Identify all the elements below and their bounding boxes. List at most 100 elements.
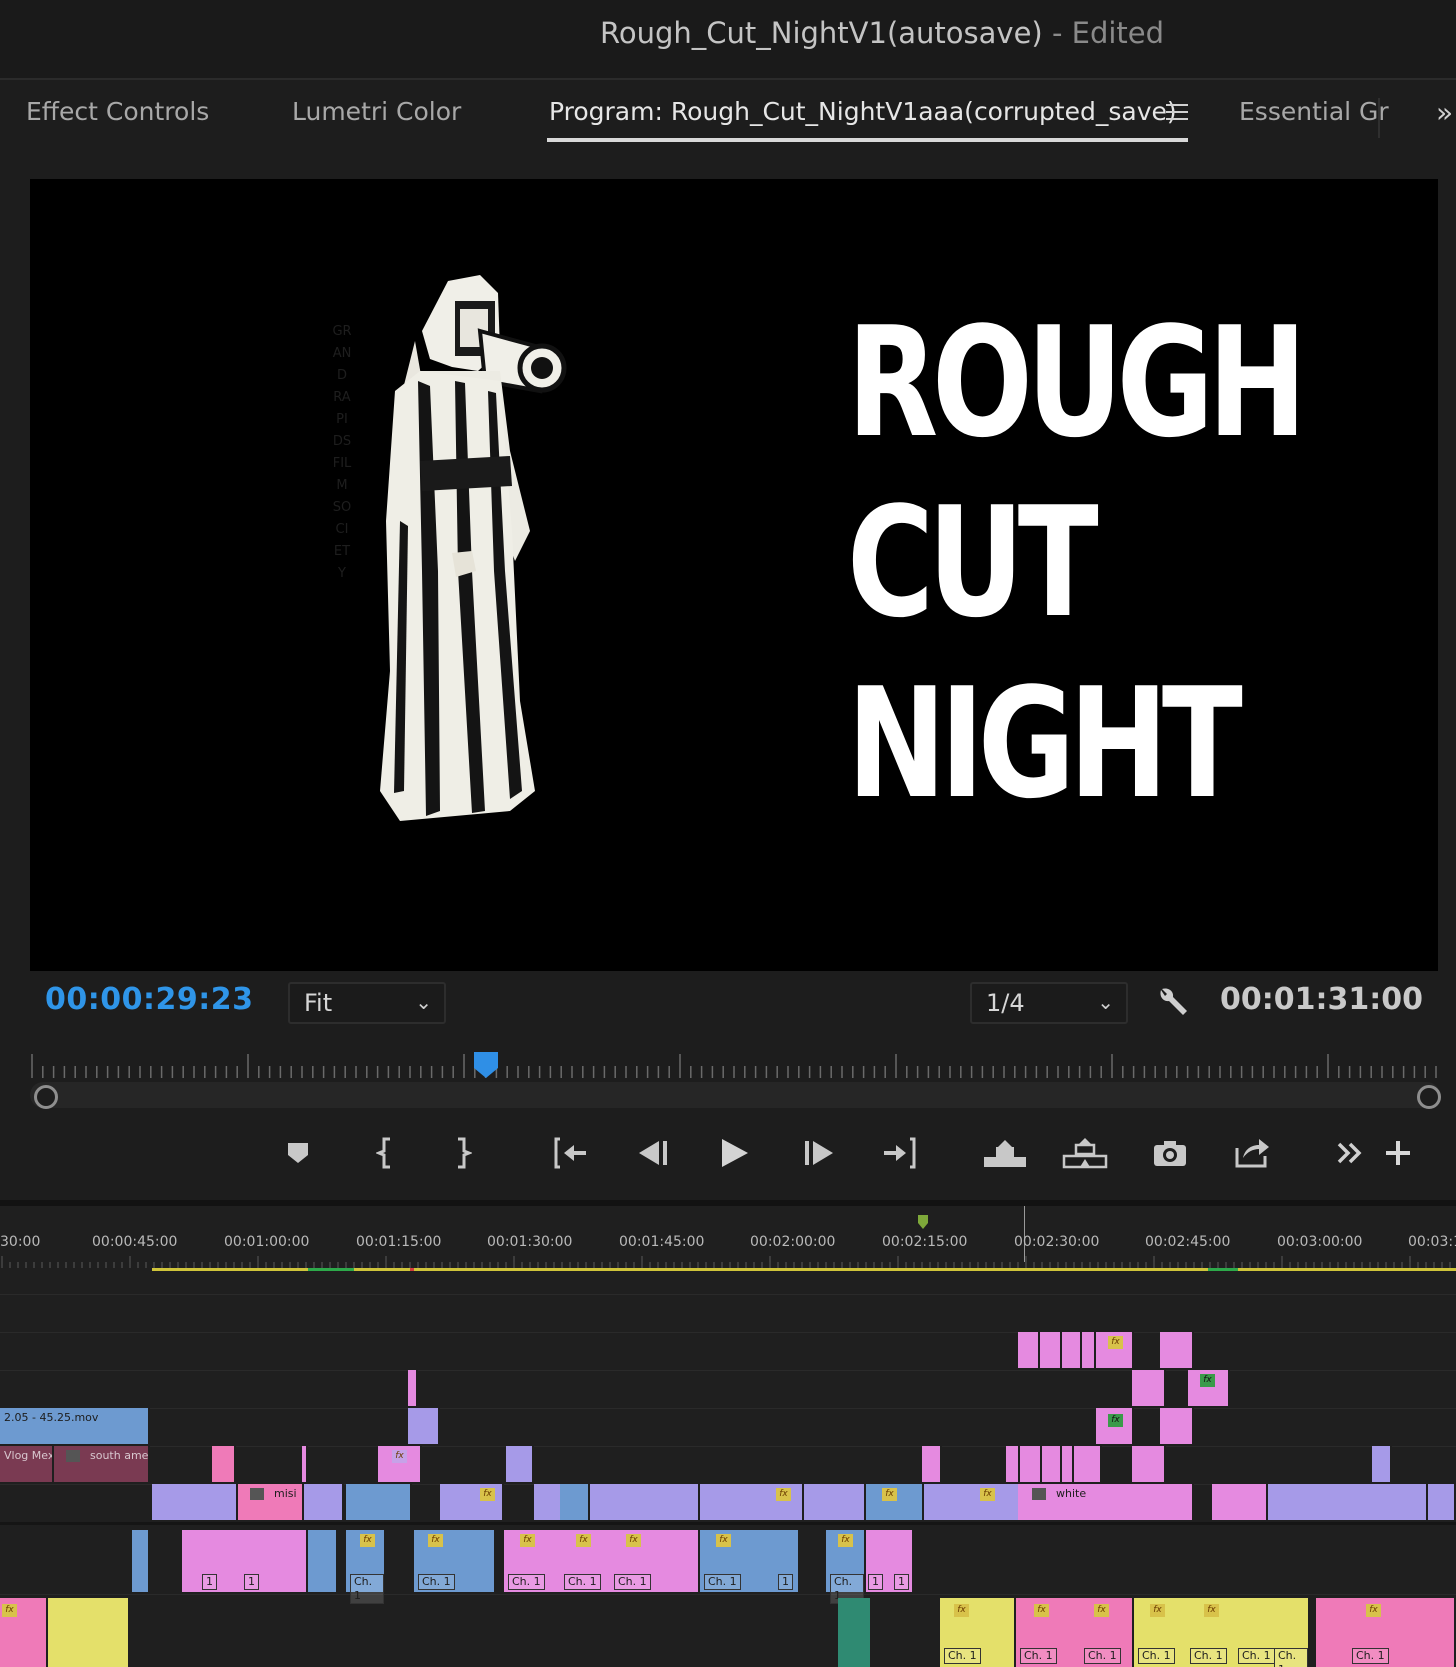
timeline-clip[interactable]: fx [866, 1484, 924, 1520]
timeline-clip[interactable] [1020, 1446, 1042, 1482]
audio-clip[interactable]: 11 [866, 1530, 914, 1592]
zoom-scroll-start-handle[interactable] [34, 1085, 58, 1109]
playback-resolution-dropdown[interactable]: 1/4 ⌄ [970, 982, 1128, 1024]
audio-clip[interactable]: 11 [182, 1530, 308, 1592]
timeline-clip[interactable]: fx [1096, 1332, 1134, 1368]
playhead-timecode[interactable]: 00:00:29:23 [45, 982, 253, 1017]
timeline-clip-misi[interactable]: misi [238, 1484, 304, 1520]
timeline-clip[interactable] [1062, 1446, 1074, 1482]
comparison-view-button[interactable] [1232, 1133, 1272, 1173]
timeline-clip[interactable] [1006, 1446, 1020, 1482]
audio-clip[interactable]: fx Ch. 1 [826, 1530, 866, 1604]
step-back-button[interactable] [632, 1133, 672, 1173]
timeline-clip[interactable] [1372, 1446, 1392, 1482]
export-frame-button[interactable] [1150, 1133, 1190, 1173]
ruler-label: 00:02:30:00 [1014, 1234, 1100, 1250]
audio-clip[interactable] [48, 1598, 130, 1667]
go-to-out-button[interactable] [880, 1133, 920, 1173]
mark-in-button[interactable] [366, 1133, 406, 1173]
timeline-clip-south[interactable]: south ame [54, 1446, 150, 1482]
audio-clip[interactable] [132, 1530, 150, 1592]
playhead-icon[interactable] [472, 1050, 500, 1080]
mark-out-icon [458, 1137, 472, 1169]
audio-clip[interactable]: fx Ch. 11 [700, 1530, 800, 1592]
timeline-clip[interactable] [152, 1484, 238, 1520]
timeline-clip-white[interactable]: white [1018, 1484, 1194, 1520]
audio-clip[interactable]: fx fx Ch. 1 Ch. 1 [1016, 1598, 1134, 1667]
timeline-clip[interactable] [1212, 1484, 1268, 1520]
tab-lumetri-color[interactable]: Lumetri Color [292, 97, 461, 126]
fx-badge: fx [1150, 1604, 1165, 1617]
extract-button[interactable] [1062, 1133, 1108, 1173]
tab-overflow-icon[interactable]: » [1436, 96, 1453, 129]
add-marker-button[interactable] [278, 1133, 318, 1173]
go-to-in-button[interactable] [550, 1133, 590, 1173]
timeline-clip[interactable] [1268, 1484, 1428, 1520]
timeline-clip[interactable] [1074, 1446, 1102, 1482]
play-button[interactable] [714, 1133, 754, 1173]
audio-clip[interactable]: fx Ch. 1 [414, 1530, 496, 1592]
timeline-clip[interactable]: fx [440, 1484, 504, 1520]
timeline-clip-mov[interactable]: 2.05 - 45.25.mov [0, 1408, 150, 1444]
ruler-label: 00:01:30:00 [487, 1234, 573, 1250]
hamburger-menu-icon[interactable] [1166, 104, 1188, 122]
tab-effect-controls[interactable]: Effect Controls [26, 97, 209, 126]
audio-clip[interactable]: fx [0, 1598, 48, 1667]
audio-clip[interactable]: fx fx fx Ch. 1 Ch. 1 Ch. 1 [504, 1530, 700, 1592]
timeline-clip[interactable] [304, 1484, 344, 1520]
zoom-scroll-end-handle[interactable] [1417, 1085, 1441, 1109]
timeline-panel[interactable]: 30:00 00:00:45:00 00:01:00:00 00:01:15:0… [0, 1206, 1456, 1667]
timeline-clip[interactable] [1040, 1332, 1062, 1368]
timeline-clip[interactable] [346, 1484, 412, 1520]
audio-clip[interactable]: fxfxCh. 1Ch. 1Ch. 1Ch. 1 [1134, 1598, 1310, 1667]
timeline-clip[interactable] [1082, 1332, 1096, 1368]
lift-button[interactable] [982, 1133, 1028, 1173]
timeline-time-ruler[interactable] [0, 1256, 1456, 1278]
step-forward-button[interactable] [800, 1133, 840, 1173]
audio-clip[interactable] [838, 1598, 872, 1667]
audio-clip[interactable] [308, 1530, 338, 1592]
timeline-clip[interactable] [560, 1484, 590, 1520]
timeline-clip[interactable] [1042, 1446, 1062, 1482]
timeline-clip[interactable] [1132, 1446, 1166, 1482]
lift-icon [984, 1140, 1026, 1167]
zoom-scroll-bar[interactable] [30, 1082, 1440, 1108]
timeline-clip[interactable] [922, 1446, 942, 1482]
timeline-clip[interactable]: fx [700, 1484, 804, 1520]
wrench-icon[interactable] [1155, 984, 1191, 1020]
timeline-playhead-marker-icon[interactable] [916, 1213, 930, 1231]
track-divider [0, 1370, 1456, 1371]
timeline-clip[interactable]: fx [1096, 1408, 1134, 1444]
zoom-level-dropdown[interactable]: Fit ⌄ [288, 982, 446, 1024]
timeline-clip[interactable] [1428, 1484, 1456, 1520]
ruler-label: 00:03:00:00 [1277, 1234, 1363, 1250]
tab-program-monitor[interactable]: Program: Rough_Cut_NightV1aaa(corrupted_… [549, 97, 1177, 126]
tab-essential-graphics[interactable]: Essential Gr [1239, 97, 1389, 126]
fx-badge: fx [954, 1604, 969, 1617]
timeline-clip[interactable] [1132, 1370, 1166, 1406]
timeline-clip[interactable]: fx [378, 1446, 422, 1482]
add-button[interactable] [1378, 1133, 1418, 1173]
audio-clip[interactable]: fx Ch. 1 [1316, 1598, 1456, 1667]
audio-clip[interactable]: fx Ch. 1 [940, 1598, 1016, 1667]
timeline-clip[interactable] [804, 1484, 866, 1520]
timeline-clip[interactable] [408, 1408, 440, 1444]
timeline-clip[interactable] [1160, 1408, 1194, 1444]
timeline-clip[interactable]: fx [924, 1484, 1020, 1520]
timeline-clip[interactable] [408, 1370, 418, 1406]
timeline-clip-vlog[interactable]: Vlog Mexi [0, 1446, 54, 1482]
timeline-clip[interactable] [1018, 1332, 1040, 1368]
timeline-clip[interactable] [1160, 1332, 1194, 1368]
timeline-clip[interactable] [1062, 1332, 1082, 1368]
timeline-clip[interactable] [590, 1484, 700, 1520]
monitor-time-ruler[interactable] [30, 1052, 1440, 1080]
timeline-clip[interactable] [212, 1446, 236, 1482]
more-controls-button[interactable] [1330, 1133, 1370, 1173]
mark-out-button[interactable] [442, 1133, 482, 1173]
track-divider [0, 1594, 1456, 1595]
timeline-clip[interactable] [302, 1446, 308, 1482]
timeline-clip[interactable] [506, 1446, 534, 1482]
timeline-clip[interactable]: fx [1188, 1370, 1230, 1406]
program-monitor-frame[interactable]: GRAND RAPIDS FILM SOCIETY ROUGH CUT NIGH… [30, 179, 1438, 971]
audio-clip[interactable]: fx Ch. 1 [346, 1530, 386, 1604]
